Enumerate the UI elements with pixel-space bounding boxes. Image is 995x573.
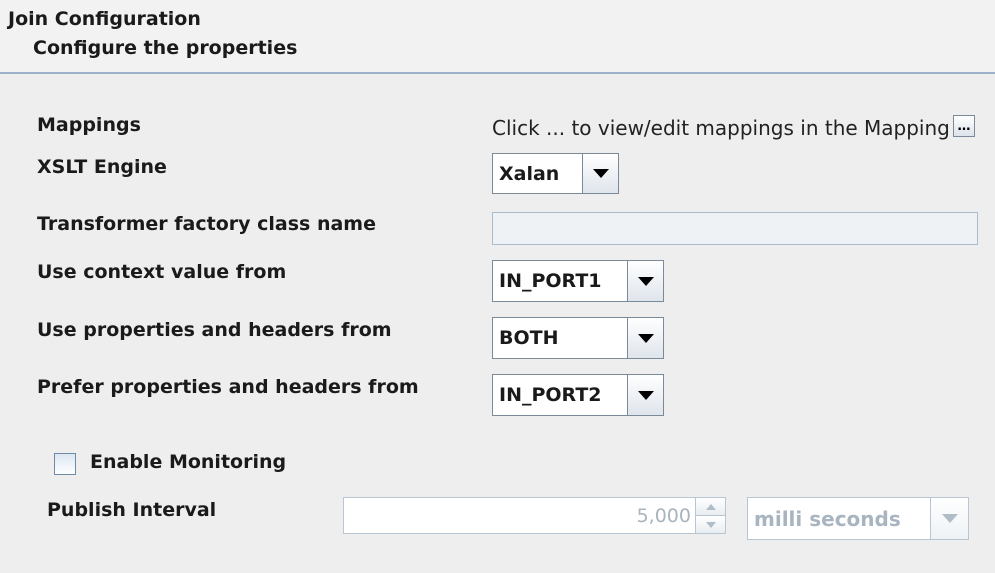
context-value-dropdown-arrow[interactable] — [627, 261, 663, 301]
chevron-down-icon — [705, 521, 716, 528]
edit-mappings-button[interactable]: … — [953, 115, 975, 137]
use-properties-value: BOTH — [499, 327, 559, 349]
chevron-down-icon — [637, 333, 654, 343]
spinner-up-button[interactable] — [696, 498, 725, 515]
xslt-engine-label: XSLT Engine — [37, 156, 167, 178]
use-properties-dropdown-arrow[interactable] — [627, 318, 663, 358]
mappings-label: Mappings — [37, 114, 141, 136]
xslt-engine-select[interactable]: Xalan — [492, 153, 619, 194]
publish-interval-units-value: milli seconds — [754, 506, 901, 531]
prefer-properties-dropdown-arrow[interactable] — [627, 375, 663, 415]
context-value-select[interactable]: IN_PORT1 — [492, 260, 664, 302]
publish-interval-label: Publish Interval — [47, 499, 217, 521]
prefer-properties-select[interactable]: IN_PORT2 — [492, 374, 664, 416]
transformer-factory-input[interactable] — [492, 212, 978, 245]
page-subtitle: Configure the properties — [33, 37, 298, 59]
transformer-factory-label: Transformer factory class name — [37, 213, 376, 235]
enable-monitoring-label[interactable]: Enable Monitoring — [90, 451, 286, 473]
use-properties-select[interactable]: BOTH — [492, 317, 664, 359]
prefer-properties-value: IN_PORT2 — [499, 384, 602, 406]
header-panel: Join Configuration Configure the propert… — [0, 0, 995, 74]
publish-interval-spinner[interactable]: 5,000 — [343, 497, 726, 534]
prefer-properties-label: Prefer properties and headers from — [37, 376, 419, 398]
chevron-down-icon — [637, 276, 654, 286]
spinner-down-button[interactable] — [696, 515, 725, 533]
chevron-up-icon — [705, 503, 716, 510]
units-dropdown-arrow[interactable] — [930, 498, 968, 539]
chevron-down-icon — [941, 514, 958, 523]
context-value-label: Use context value from — [37, 261, 287, 283]
xslt-engine-value: Xalan — [499, 162, 560, 185]
publish-interval-value: 5,000 — [636, 504, 691, 527]
enable-monitoring-checkbox[interactable] — [54, 453, 76, 475]
context-value-value: IN_PORT1 — [499, 270, 602, 292]
page-title: Join Configuration — [8, 8, 201, 30]
chevron-down-icon — [592, 169, 609, 178]
spinner-buttons — [695, 498, 725, 533]
publish-interval-units-select[interactable]: milli seconds — [747, 497, 969, 540]
xslt-engine-dropdown-arrow[interactable] — [582, 154, 618, 193]
mappings-info-text: Click ... to view/edit mappings in the M… — [492, 116, 952, 140]
use-properties-label: Use properties and headers from — [37, 319, 392, 341]
chevron-down-icon — [637, 390, 654, 400]
